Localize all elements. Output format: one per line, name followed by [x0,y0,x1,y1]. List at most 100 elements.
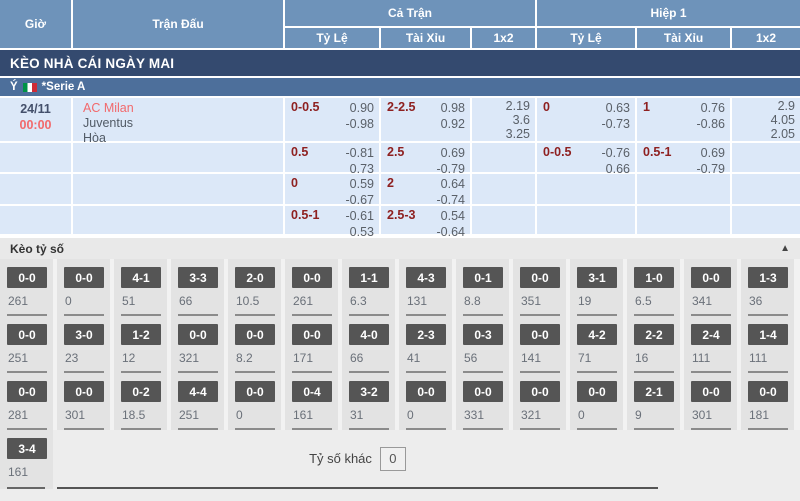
score-cell[interactable]: 4-4251 [171,373,224,428]
score-cell[interactable]: 0-00 [228,373,281,428]
odds-cell-half-handicap [537,174,635,204]
odds-value: 0.53 [346,224,375,240]
other-score-value-box[interactable]: 0 [380,447,406,471]
score-cell[interactable]: 0-00 [57,259,110,314]
score-cell[interactable]: 0-218.5 [114,373,167,428]
match-date: 24/11 [0,101,71,117]
divider-line [7,487,45,489]
odds-values: 0.90-0.98 [346,100,375,141]
odds-cell-full-over-under[interactable]: 20.64-0.74 [381,174,470,204]
handicap-line-label: 0.5-1 [291,208,320,234]
score-odds-value: 111 [749,351,794,365]
score-cell[interactable]: 0-0261 [0,259,53,314]
score-chip-label: 0-0 [577,381,617,402]
score-section-header[interactable]: Kèo tỷ số ▲ [0,238,800,259]
score-cell[interactable]: 0-0321 [171,316,224,371]
score-chip-label: 0-0 [64,267,104,288]
odds-values: 0.980.92 [441,100,465,141]
score-cell[interactable]: 3-119 [570,259,623,314]
score-cell[interactable]: 0-0181 [741,373,794,428]
column-header-half-1x2: 1x2 [732,28,800,48]
odds-cell-half-handicap[interactable]: 0-0.5-0.760.66 [537,143,635,172]
odds-cell-full-handicap[interactable]: 0.5-0.810.73 [285,143,379,172]
score-odds-value: 261 [8,294,53,308]
score-cell[interactable]: 1-212 [114,316,167,371]
score-cell[interactable]: 2-216 [627,316,680,371]
score-cell[interactable]: 0-0261 [285,259,338,314]
score-cell[interactable]: 0-0321 [513,373,566,428]
match-teams-cell [73,143,283,172]
score-chip-label: 0-0 [463,381,503,402]
score-column: 3-4161 [0,430,53,489]
score-cell[interactable]: 1-4111 [741,316,794,371]
odds-cell-half-handicap[interactable]: 00.63-0.73 [537,98,635,141]
score-cell[interactable]: 0-0331 [456,373,509,428]
score-odds-value: 16 [635,351,680,365]
score-cell[interactable]: 3-231 [342,373,395,428]
odds-cell-full-1x2[interactable]: 2.193.63.25 [472,98,535,141]
odds-cell-half-over-under[interactable]: 10.76-0.86 [637,98,730,141]
score-cell[interactable]: 0-356 [456,316,509,371]
odds-value: 0.76 [697,100,726,116]
handicap-line-label: 2.5 [387,145,404,172]
score-chip-label: 0-0 [691,381,731,402]
score-cell[interactable]: 2-010.5 [228,259,281,314]
odds-cell-full-handicap[interactable]: 0.5-1-0.610.53 [285,206,379,234]
odds-cell-half-over-under[interactable]: 0.5-10.69-0.79 [637,143,730,172]
match-time-cell [0,143,71,172]
odds-cell-full-over-under[interactable]: 2.50.69-0.79 [381,143,470,172]
score-cell[interactable]: 1-16.3 [342,259,395,314]
score-cell[interactable]: 4-271 [570,316,623,371]
score-cell[interactable]: 0-18.8 [456,259,509,314]
odds-cell-full-over-under[interactable]: 2-2.50.980.92 [381,98,470,141]
score-cell[interactable]: 0-0281 [0,373,53,428]
score-cell[interactable]: 0-0251 [0,316,53,371]
match-time-cell [0,174,71,204]
match-teams-cell[interactable]: AC MilanJuventusHòa [73,98,283,141]
score-cell[interactable]: 3-023 [57,316,110,371]
score-odds-value: 161 [8,465,53,479]
odds-values: -0.760.66 [602,145,631,172]
score-odds-value: 66 [179,294,224,308]
score-odds-value: 181 [749,408,794,422]
column-group-first-half: Hiệp 1 [537,0,800,26]
odds-cell-half-1x2[interactable]: 2.94.052.05 [732,98,800,141]
score-cell[interactable]: 0-0301 [684,373,737,428]
handicap-line-label: 2 [387,176,394,204]
score-cell[interactable]: 0-4161 [285,373,338,428]
score-cell[interactable]: 0-0341 [684,259,737,314]
score-cell[interactable]: 0-0301 [57,373,110,428]
score-cell[interactable]: 4-3131 [399,259,452,314]
score-cell[interactable]: 3-4161 [0,430,53,485]
match-teams-cell [73,206,283,234]
score-cell[interactable]: 0-0351 [513,259,566,314]
score-cell[interactable]: 1-06.5 [627,259,680,314]
score-odds-value: 161 [293,408,338,422]
score-column: 1-16.34-0663-231 [342,259,395,430]
score-cell[interactable]: 0-0141 [513,316,566,371]
score-chip-label: 2-3 [406,324,446,345]
score-odds-value: 111 [692,351,737,365]
odds-value: 0.92 [441,116,465,132]
odds-value: 0.90 [346,100,375,116]
league-row-serie-a[interactable]: Ý *Serie A [0,78,800,96]
score-cell[interactable]: 2-341 [399,316,452,371]
score-cell[interactable]: 1-336 [741,259,794,314]
odds-cell-full-handicap[interactable]: 00.59-0.67 [285,174,379,204]
score-cell[interactable]: 4-151 [114,259,167,314]
score-chip-label: 2-0 [235,267,275,288]
score-cell[interactable]: 2-4111 [684,316,737,371]
score-chip-label: 3-4 [7,438,47,459]
score-chip-label: 4-4 [178,381,218,402]
other-score-row: Tỷ số khác 0 [57,430,658,489]
odds-cell-full-handicap[interactable]: 0-0.50.90-0.98 [285,98,379,141]
score-cell[interactable]: 0-00 [399,373,452,428]
collapse-arrow-icon[interactable]: ▲ [780,243,790,254]
odds-cell-full-over-under[interactable]: 2.5-30.54-0.64 [381,206,470,234]
score-cell[interactable]: 3-366 [171,259,224,314]
score-cell[interactable]: 0-0171 [285,316,338,371]
score-cell[interactable]: 0-00 [570,373,623,428]
score-cell[interactable]: 0-08.2 [228,316,281,371]
score-cell[interactable]: 4-066 [342,316,395,371]
score-cell[interactable]: 2-19 [627,373,680,428]
